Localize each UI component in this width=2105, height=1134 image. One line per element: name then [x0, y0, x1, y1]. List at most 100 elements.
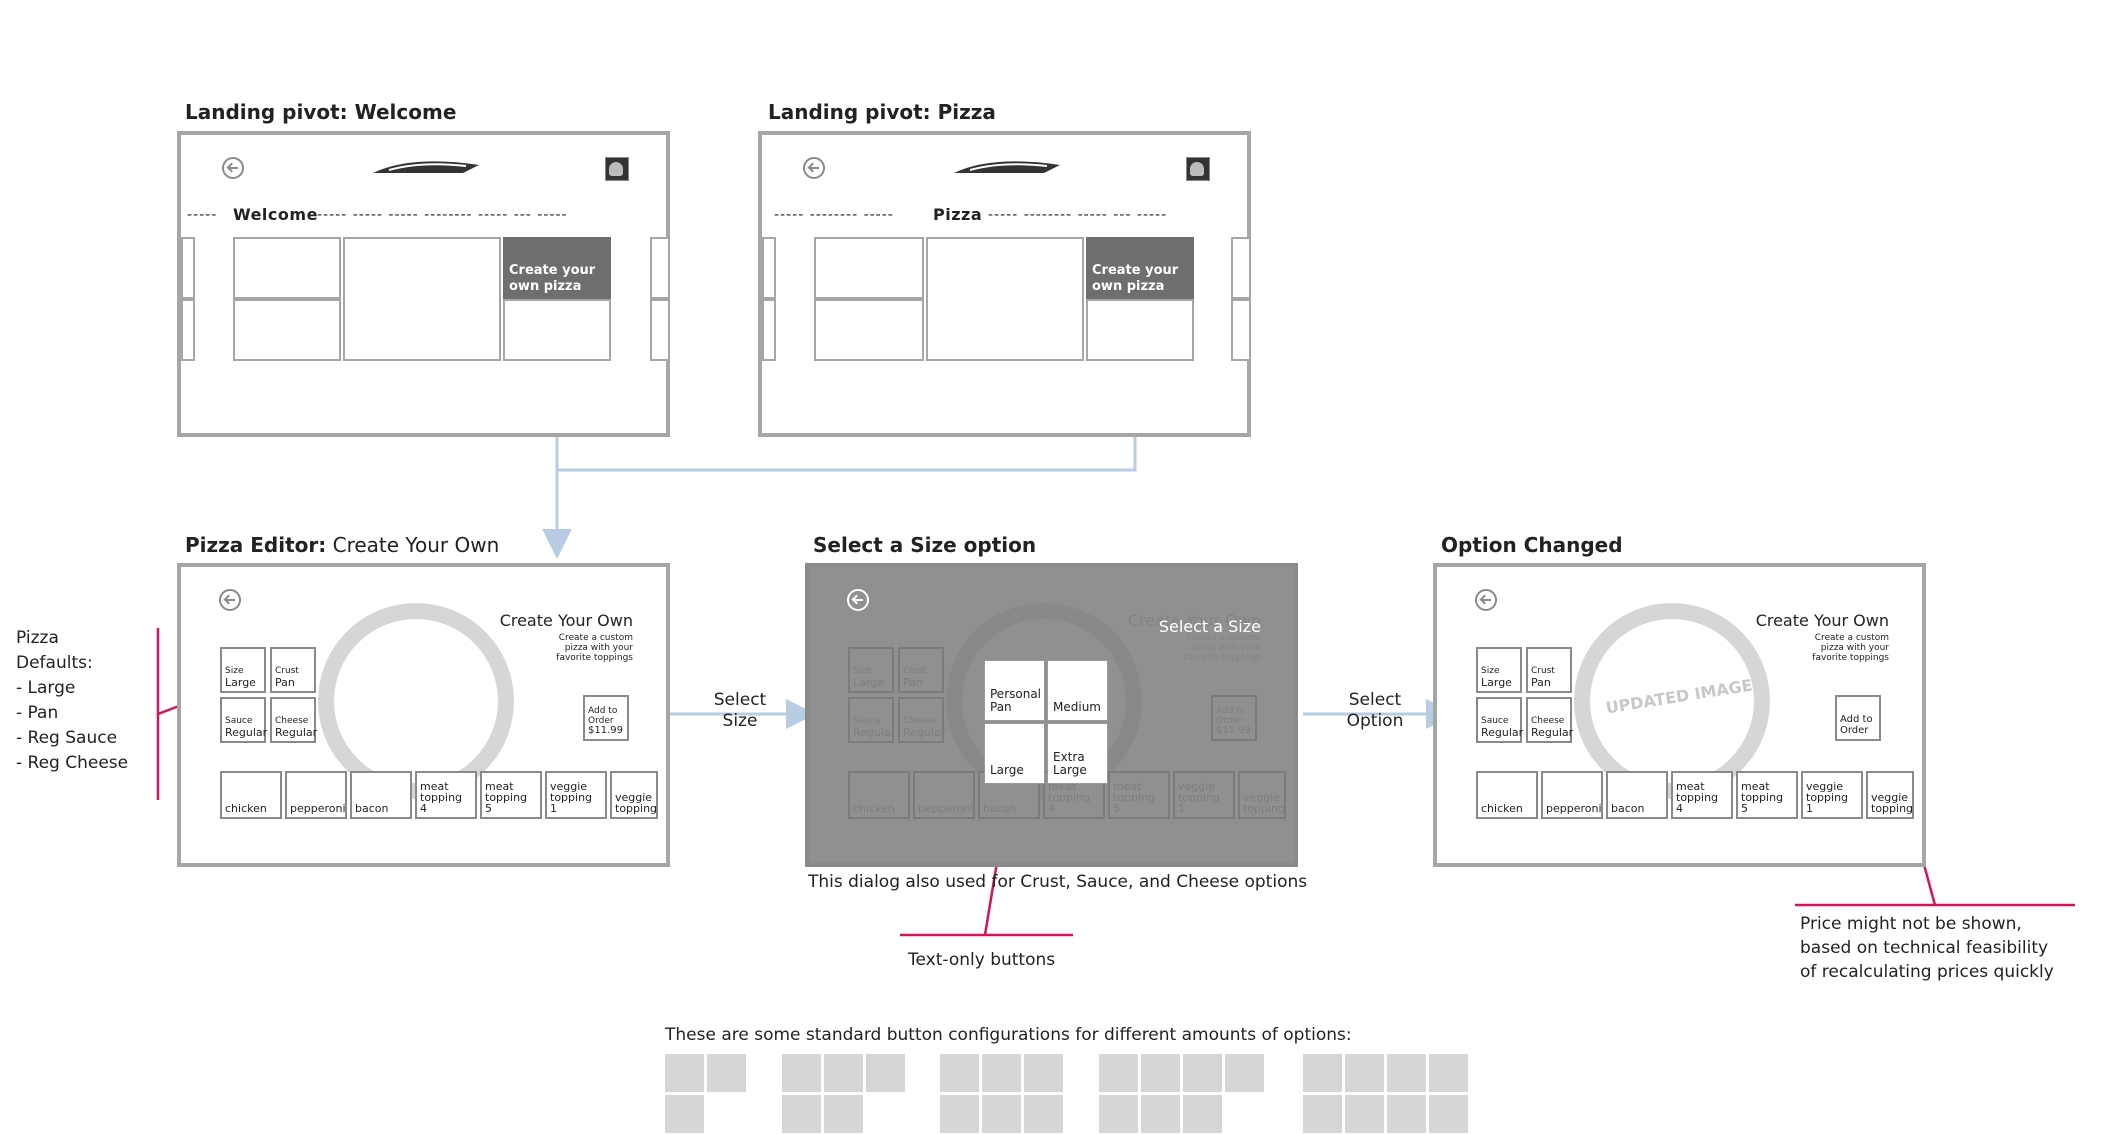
text-only-note: Text-only buttons — [908, 950, 1056, 970]
editor-screen-title: Pizza Editor: Create Your Own — [185, 533, 500, 557]
back-arrow-icon[interactable] — [219, 589, 241, 611]
add-to-order-button[interactable]: Add to Order $11.99 — [583, 695, 629, 741]
topping-meat-4[interactable]: meat topping 4 — [415, 771, 477, 819]
price-note: Price might not be shown, based on techn… — [1800, 914, 2054, 982]
pivot-current[interactable]: Pizza — [933, 205, 982, 224]
button-configurations — [665, 1054, 1485, 1134]
cheese-button[interactable]: Cheese Regular — [1526, 697, 1573, 743]
welcome-screen: ----- Welcome ----- ----- ----- --------… — [177, 131, 670, 437]
pivot-dashes-left: ----- -------- ----- — [774, 207, 894, 223]
topping-veggie[interactable]: veggie topping — [610, 771, 658, 819]
config-tile — [1303, 1054, 1342, 1092]
tile-peek-right-top — [650, 237, 670, 299]
config-tile — [824, 1095, 863, 1133]
topping-chicken[interactable]: chicken — [220, 771, 282, 819]
config-tile — [665, 1095, 704, 1133]
editor-subheader: Create a custom pizza with your favorite… — [556, 633, 633, 663]
changed-screen-title: Option Changed — [1441, 533, 1623, 557]
avatar-icon[interactable] — [1186, 157, 1210, 181]
tile-large[interactable] — [926, 237, 1084, 361]
editor-header: Create Your Own — [499, 611, 633, 630]
config-tile — [707, 1054, 746, 1092]
cheese-button[interactable]: Cheese Regular — [270, 697, 317, 743]
config-tile — [1183, 1054, 1222, 1092]
defaults-note: Pizza Defaults: - Large - Pan - Reg Sauc… — [16, 628, 129, 773]
topping-veggie[interactable]: veggie topping — [1866, 771, 1914, 819]
welcome-screen-title: Landing pivot: Welcome — [185, 100, 457, 124]
select-option-label: Select Option — [1346, 690, 1404, 731]
topping-bacon[interactable]: bacon — [1606, 771, 1668, 819]
avatar-icon[interactable] — [605, 157, 629, 181]
config-tile — [1429, 1095, 1468, 1133]
config-tile — [1141, 1054, 1180, 1092]
dialog-title: Select a Size — [1158, 617, 1261, 636]
crust-button[interactable]: Crust Pan — [270, 647, 316, 693]
tile-peek-left-top — [762, 237, 776, 299]
config-tile — [1141, 1095, 1180, 1133]
pivot-dashes-right: ----- ----- ----- -------- ----- --- ---… — [317, 207, 568, 223]
tile-large[interactable] — [343, 237, 501, 361]
tile-small-3[interactable] — [503, 299, 611, 361]
back-arrow-icon[interactable] — [847, 589, 869, 611]
config-tile — [665, 1054, 704, 1092]
topping-meat-5[interactable]: meat topping 5 — [480, 771, 542, 819]
add-to-order-button[interactable]: Add to Order — [1835, 695, 1881, 741]
create-your-own-tile[interactable]: Create your own pizza — [1086, 237, 1194, 300]
tile-small-2[interactable] — [814, 299, 924, 361]
topping-meat-5[interactable]: meat topping 5 — [1736, 771, 1798, 819]
tile-peek-left-bottom — [762, 299, 776, 361]
option-medium[interactable]: Medium — [1047, 660, 1108, 721]
config-tile — [1099, 1095, 1138, 1133]
config-tile — [1099, 1054, 1138, 1092]
tile-small-3[interactable] — [1086, 299, 1194, 361]
tile-peek-right-top — [1231, 237, 1251, 299]
tile-peek-right-bottom — [650, 299, 670, 361]
size-button[interactable]: Size Large — [220, 647, 266, 693]
config-tile — [1225, 1054, 1264, 1092]
topping-pepperoni[interactable]: pepperoni — [1541, 771, 1603, 819]
config-tile — [1387, 1054, 1426, 1092]
topping-pepperoni[interactable]: pepperoni — [285, 771, 347, 819]
back-arrow-icon[interactable] — [1475, 589, 1497, 611]
sauce-button[interactable]: Sauce Regular — [220, 697, 267, 743]
crust-button[interactable]: Crust Pan — [1526, 647, 1572, 693]
option-personal-pan[interactable]: Personal Pan — [984, 660, 1045, 721]
config-tile — [1345, 1095, 1384, 1133]
select-screen-title: Select a Size option — [813, 533, 1037, 557]
pizza-screen-title: Landing pivot: Pizza — [768, 100, 996, 124]
pizza-image-placeholder — [318, 603, 514, 799]
topping-veggie-1[interactable]: veggie topping 1 — [545, 771, 607, 819]
topping-chicken[interactable]: chicken — [1476, 771, 1538, 819]
changed-screen: UPDATED IMAGE Create Your Own Create a c… — [1433, 563, 1926, 867]
config-tile — [1183, 1095, 1222, 1133]
tile-small-1[interactable] — [233, 237, 341, 299]
back-arrow-icon[interactable] — [803, 157, 825, 179]
option-large[interactable]: Large — [984, 723, 1045, 784]
topping-bacon[interactable]: bacon — [350, 771, 412, 819]
tile-peek-left-top — [181, 237, 195, 299]
editor-header: Create Your Own — [1755, 611, 1889, 630]
topping-veggie-1[interactable]: veggie topping 1 — [1801, 771, 1863, 819]
tile-small-1[interactable] — [814, 237, 924, 299]
config-tile — [1429, 1054, 1468, 1092]
pizza-hut-logo — [373, 161, 479, 173]
option-extra-large[interactable]: Extra Large — [1047, 723, 1108, 784]
size-button[interactable]: Size Large — [1476, 647, 1522, 693]
select-size-label: Select Size — [713, 690, 767, 731]
config-tile — [1387, 1095, 1426, 1133]
topping-meat-4[interactable]: meat topping 4 — [1671, 771, 1733, 819]
config-tile — [1024, 1054, 1063, 1092]
config-tile — [782, 1054, 821, 1092]
back-arrow-icon[interactable] — [222, 157, 244, 179]
tile-peek-right-bottom — [1231, 299, 1251, 361]
pivot-current[interactable]: Welcome — [233, 205, 318, 224]
config-tile — [940, 1054, 979, 1092]
sauce-button[interactable]: Sauce Regular — [1476, 697, 1523, 743]
config-tile — [1303, 1095, 1342, 1133]
tile-small-2[interactable] — [233, 299, 341, 361]
config-tile — [1345, 1054, 1384, 1092]
pizza-screen: ----- -------- ----- Pizza ----- -------… — [758, 131, 1251, 437]
create-your-own-tile[interactable]: Create your own pizza — [503, 237, 611, 300]
config-tile — [982, 1095, 1021, 1133]
config-tile — [866, 1054, 905, 1092]
